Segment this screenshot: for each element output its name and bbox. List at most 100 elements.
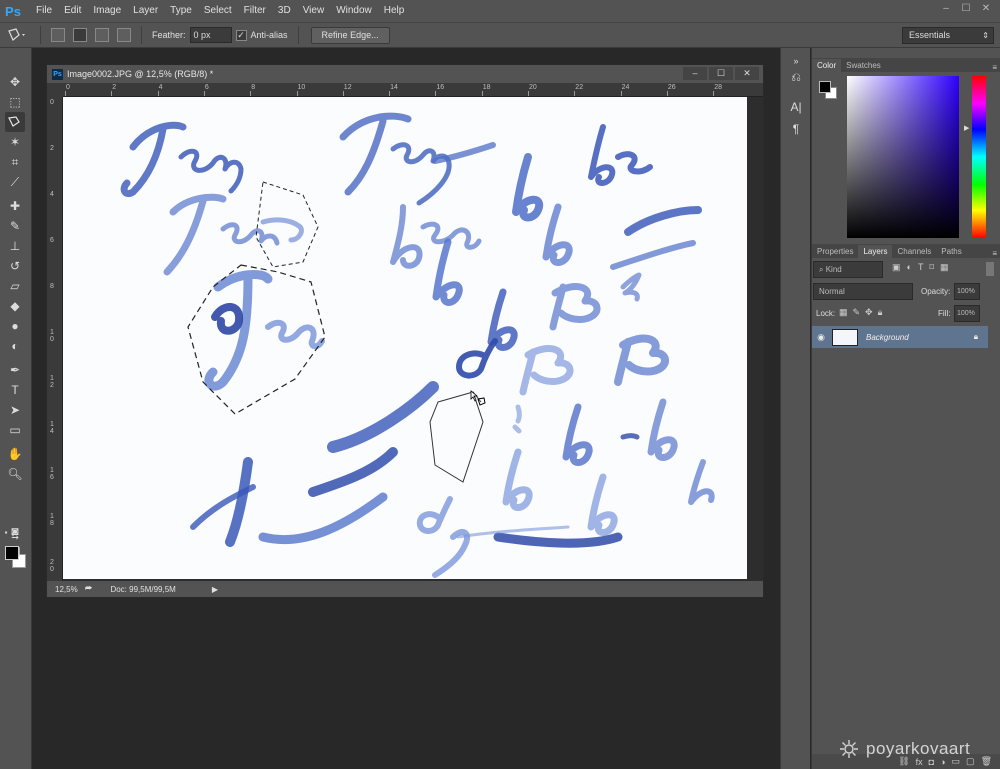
hue-slider[interactable] xyxy=(972,76,986,238)
panel-menu-icon[interactable]: ≡ xyxy=(992,249,997,258)
ruler-tick-label: 0 xyxy=(50,99,54,106)
move-tool-icon[interactable]: ✥ xyxy=(5,72,25,92)
blur-tool-icon[interactable]: ● xyxy=(5,316,25,336)
ruler-tick xyxy=(713,91,715,96)
character-panel-icon[interactable]: A| xyxy=(787,98,805,116)
visibility-eye-icon[interactable]: ◉ xyxy=(812,332,830,343)
color-panel-foreground[interactable] xyxy=(819,81,831,93)
options-bar: Feather: 0 px ✓ Anti-alias Refine Edge..… xyxy=(0,22,1000,48)
doc-close-button[interactable]: ✕ xyxy=(735,67,759,80)
eyedropper-tool-icon[interactable]: ⟋ xyxy=(5,172,25,192)
workspace-select[interactable]: Essentials ⇕ xyxy=(902,27,994,44)
crop-tool-icon[interactable]: ⌗ xyxy=(5,152,25,172)
horizontal-ruler[interactable]: 0 2 4 6 8 10 12 14 16 18 20 22 24 26 28 xyxy=(63,83,763,97)
fill-input[interactable]: 100% xyxy=(954,305,980,322)
rectangle-tool-icon[interactable]: ▭ xyxy=(5,420,25,440)
antialias-checkbox[interactable]: ✓ xyxy=(235,29,247,41)
color-picker-field[interactable] xyxy=(847,76,959,238)
tab-channels[interactable]: Channels xyxy=(892,245,936,258)
new-selection-button[interactable] xyxy=(51,28,65,42)
layer-row-background[interactable]: ◉ Background 🔒︎ xyxy=(812,326,988,348)
path-selection-tool-icon[interactable]: ➤ xyxy=(5,400,25,420)
menu-help[interactable]: Help xyxy=(378,0,411,22)
add-to-selection-button[interactable] xyxy=(73,28,87,42)
blend-mode-select[interactable]: Normal xyxy=(813,283,913,300)
menu-image[interactable]: Image xyxy=(87,0,127,22)
zoom-level[interactable]: 12,5% xyxy=(55,585,85,594)
ruler-origin[interactable] xyxy=(47,83,63,97)
opacity-input[interactable]: 100% xyxy=(954,283,980,300)
ruler-tick-label: 16 xyxy=(436,84,445,91)
refine-edge-button[interactable]: Refine Edge... xyxy=(310,26,390,44)
brush-tool-icon[interactable]: ✎ xyxy=(5,216,25,236)
pen-tool-icon[interactable]: ✒ xyxy=(5,360,25,380)
workspace-label: Essentials xyxy=(909,30,951,40)
lock-label: Lock: xyxy=(816,309,836,318)
ruler-tick-label: 8 xyxy=(50,283,54,290)
collapsed-panels-strip: » ⎌ A| ¶ xyxy=(780,48,810,769)
canvas-image[interactable] xyxy=(63,97,747,579)
document-title: Image0002.JPG @ 12,5% (RGB/8) * xyxy=(67,69,214,79)
tab-layers[interactable]: Layers xyxy=(858,245,893,258)
quick-selection-tool-icon[interactable]: ✶ xyxy=(5,132,25,152)
eraser-tool-icon[interactable]: ▱ xyxy=(5,276,25,296)
close-button[interactable]: ✕ xyxy=(978,2,994,16)
foreground-color-swatch[interactable] xyxy=(5,546,19,560)
menu-layer[interactable]: Layer xyxy=(127,0,164,22)
subtract-from-selection-button[interactable] xyxy=(95,28,109,42)
tab-swatches[interactable]: Swatches xyxy=(841,59,886,72)
doc-minimize-button[interactable]: – xyxy=(683,67,707,80)
filter-toggle[interactable] xyxy=(986,262,994,276)
chevron-updown-icon: ⇕ xyxy=(982,31,989,40)
menu-select[interactable]: Select xyxy=(198,0,238,22)
lasso-tool-icon[interactable] xyxy=(5,112,25,132)
document-size-info[interactable]: Doc: 99,5M/99,5M xyxy=(110,585,175,594)
vertical-ruler[interactable]: 0 2 4 6 8 10 12 14 16 18 20 xyxy=(47,97,63,581)
canvas-area[interactable] xyxy=(63,97,763,581)
restore-button[interactable]: ☐ xyxy=(958,2,974,16)
menu-3d[interactable]: 3D xyxy=(272,0,297,22)
menu-view[interactable]: View xyxy=(297,0,331,22)
doc-restore-button[interactable]: ☐ xyxy=(709,67,733,80)
polygonal-lasso-preset-icon[interactable] xyxy=(0,24,34,46)
menu-edit[interactable]: Edit xyxy=(58,0,87,22)
tab-paths[interactable]: Paths xyxy=(936,245,966,258)
menu-file[interactable]: File xyxy=(30,0,58,22)
intersect-selection-button[interactable] xyxy=(117,28,131,42)
status-menu-arrow-icon[interactable]: ▶ xyxy=(212,585,218,594)
menu-type[interactable]: Type xyxy=(164,0,198,22)
ruler-tick xyxy=(574,91,576,96)
history-brush-tool-icon[interactable]: ↺ xyxy=(5,256,25,276)
document-tab[interactable]: Ps Image0002.JPG @ 12,5% (RGB/8) * – ☐ ✕ xyxy=(47,65,763,83)
ruler-tick xyxy=(342,91,344,96)
layer-name[interactable]: Background xyxy=(866,333,909,342)
blend-mode-label: Normal xyxy=(819,287,845,296)
ruler-tick-label: 26 xyxy=(667,84,676,91)
clone-stamp-tool-icon[interactable]: ⊥ xyxy=(5,236,25,256)
tools-panel: ✥ ⬚ ✶ ⌗ ⟋ ✚ ✎ ⊥ ↺ ▱ ◆ ● ◐ ✒ T ➤ ▭ ✋ 🔍︎ ⇆… xyxy=(0,48,32,769)
zoom-tool-icon[interactable]: 🔍︎ xyxy=(5,464,25,484)
dodge-tool-icon[interactable]: ◐ xyxy=(5,336,25,356)
paragraph-panel-icon[interactable]: ¶ xyxy=(787,120,805,138)
lock-options-icons[interactable]: ▦✎✥🔒︎ xyxy=(839,307,887,318)
layer-kind-filter[interactable]: ⌕ Kind xyxy=(813,261,883,278)
panel-menu-icon[interactable]: ≡ xyxy=(992,63,997,72)
history-panel-icon[interactable]: ⎌ xyxy=(787,68,805,86)
hand-tool-icon[interactable]: ✋ xyxy=(5,444,25,464)
spot-healing-tool-icon[interactable]: ✚ xyxy=(5,196,25,216)
delete-layer-icon[interactable]: 🗑︎ xyxy=(981,756,992,767)
minimize-button[interactable]: – xyxy=(938,2,954,16)
paint-bucket-tool-icon[interactable]: ◆ xyxy=(5,296,25,316)
marquee-tool-icon[interactable]: ⬚ xyxy=(5,92,25,112)
ruler-tick xyxy=(389,91,391,96)
menu-filter[interactable]: Filter xyxy=(238,0,272,22)
type-tool-icon[interactable]: T xyxy=(5,380,25,400)
tab-properties[interactable]: Properties xyxy=(812,245,858,258)
document-status-bar: 12,5% ⮫ Doc: 99,5M/99,5M ▶ xyxy=(47,581,763,597)
feather-input[interactable]: 0 px xyxy=(189,27,232,43)
share-icon[interactable]: ⮫ xyxy=(85,584,92,594)
quick-mask-icon[interactable]: ◙ xyxy=(5,524,25,538)
ruler-tick-label: 10 xyxy=(50,329,54,343)
tab-color[interactable]: Color xyxy=(812,59,842,72)
menu-window[interactable]: Window xyxy=(330,0,378,22)
